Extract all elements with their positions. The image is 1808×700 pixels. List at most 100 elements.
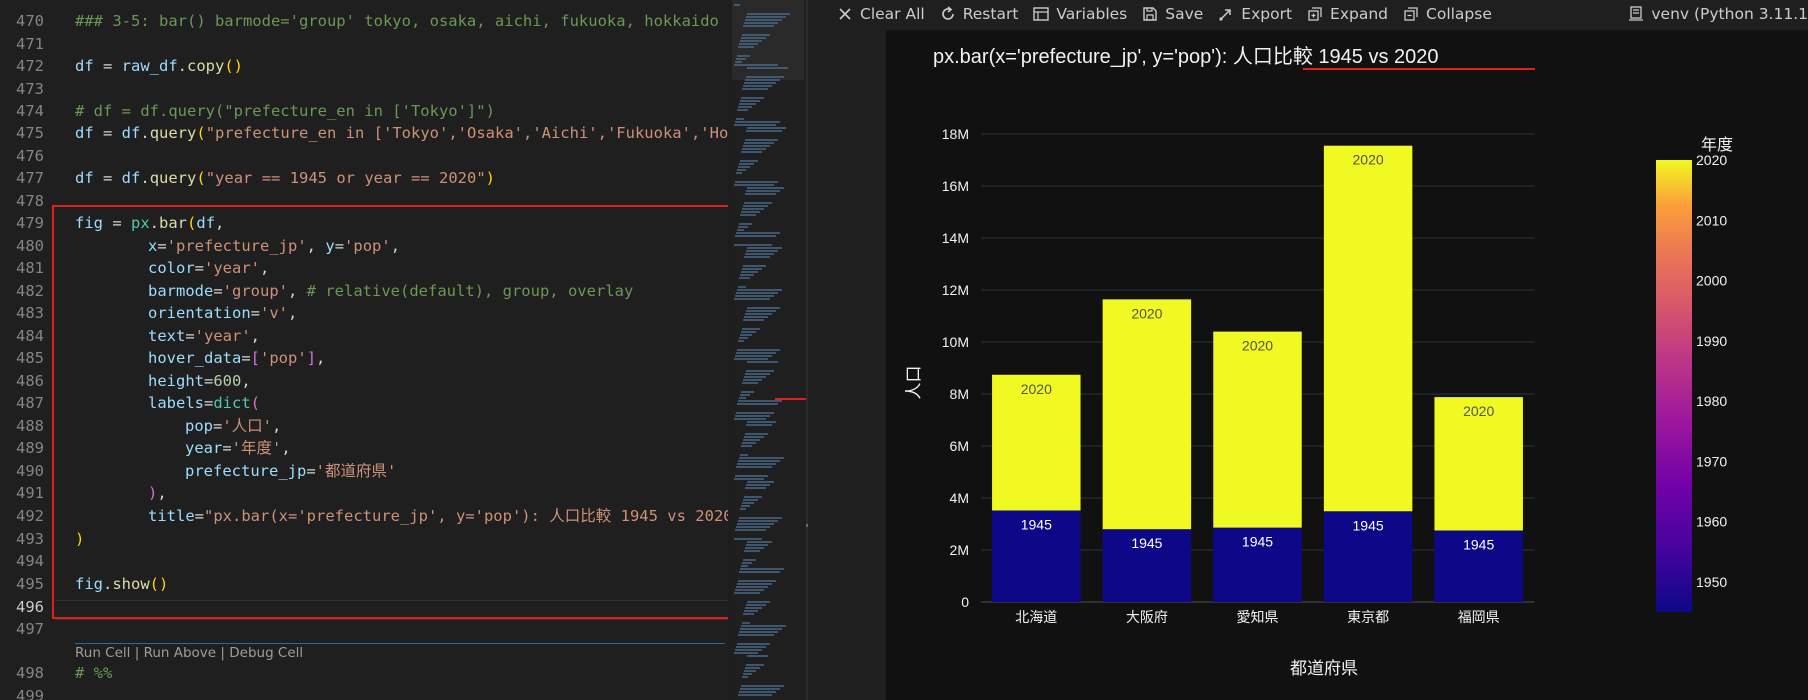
minimap-line (739, 517, 782, 519)
minimap-line (736, 118, 744, 120)
code-line[interactable]: prefecture_jp='都道府県' (0, 460, 728, 482)
minimap-line (734, 592, 760, 594)
colorbar (1656, 160, 1692, 612)
minimap-line (737, 289, 782, 291)
minimap-line (737, 109, 748, 111)
line-number-text: 494 (16, 552, 44, 570)
bar-label: 2020 (1131, 305, 1162, 321)
run-cell-link[interactable]: Run Cell (75, 645, 130, 661)
code-line[interactable]: df = raw_df.copy() (0, 55, 728, 77)
minimap-line (741, 565, 748, 567)
minimap-line (744, 436, 764, 438)
code-token: y (325, 237, 335, 255)
kernel-picker[interactable]: venv (Python 3.11.1 (1627, 0, 1808, 28)
code-line[interactable]: ) (0, 528, 728, 550)
minimap-line (741, 271, 758, 273)
kernel-icon (1627, 5, 1645, 23)
line-number-text: 473 (16, 80, 44, 98)
export-icon (1217, 5, 1235, 23)
code-line[interactable]: barmode='group', # relative(default), gr… (0, 280, 728, 302)
code-line[interactable]: fig = px.bar(df, (0, 212, 728, 234)
code-line[interactable]: year='年度', (0, 437, 728, 459)
minimap-line (745, 487, 766, 489)
minimap-line (742, 208, 764, 210)
code-token: prefecture_jp (185, 462, 307, 480)
bar-chart[interactable]: 0 2M 4M 6M 8M 10M 12M 14M 16M 18M 1945 2020 北海道 1945 2… (886, 30, 1808, 700)
minimap-line (737, 643, 770, 645)
code-comment: ### 3-5: bar() barmode='group' tokyo, os… (75, 12, 719, 30)
minimap-line (739, 277, 750, 279)
minimap-line (747, 67, 788, 69)
expand-button[interactable]: Expand (1306, 5, 1388, 23)
minimap-line (741, 685, 784, 687)
code-token: color (148, 259, 195, 277)
minimap-line (744, 550, 760, 552)
minimap-line (745, 373, 770, 375)
y-tick-label: 10M (942, 334, 969, 350)
code-line[interactable]: # df = df.query("prefecture_en in ['Toky… (0, 100, 728, 122)
save-button[interactable]: Save (1141, 5, 1203, 23)
minimap-line (743, 265, 766, 267)
code-line[interactable]: height=600, (0, 370, 728, 392)
minimap-line (746, 604, 766, 606)
minimap-line (745, 313, 772, 315)
minimap-line (740, 274, 754, 276)
minimap-line (740, 40, 762, 42)
code-line[interactable]: ), (0, 482, 728, 504)
code-line[interactable]: hover_data=['pop'], (0, 347, 728, 369)
restart-button[interactable]: Restart (939, 5, 1018, 23)
code-line[interactable]: df = df.query("prefecture_en in ['Tokyo'… (0, 122, 728, 144)
code-editor[interactable]: 470 471 472 473 474 475 476 477 478 479 480 481 482 4… (0, 0, 728, 700)
code-token: px (131, 214, 150, 232)
code-token: 'pop' (260, 349, 307, 367)
minimap-line (740, 508, 746, 510)
clear-all-button[interactable]: Clear All (836, 5, 925, 23)
minimap-line (741, 391, 754, 393)
collapse-button[interactable]: Collapse (1402, 5, 1492, 23)
minimap-line (740, 160, 758, 162)
code-token: = (204, 394, 214, 412)
code-line[interactable]: color='year', (0, 257, 728, 279)
bar-label: 2020 (1242, 338, 1273, 354)
minimap-line (747, 421, 776, 423)
export-button[interactable]: Export (1217, 5, 1292, 23)
minimap-line (746, 16, 786, 18)
minimap-line (744, 316, 768, 318)
cell-actions: Run Cell | Run Above | Debug Cell (75, 645, 303, 661)
minimap-line (738, 580, 776, 582)
code-line[interactable]: # %% (0, 662, 728, 684)
debug-cell-link[interactable]: Debug Cell (229, 645, 303, 661)
minimap-line (747, 247, 782, 249)
code-line[interactable]: x='prefecture_jp', y='pop', (0, 235, 728, 257)
variables-button[interactable]: Variables (1032, 5, 1127, 23)
code-line[interactable]: title="px.bar(x='prefecture_jp', y='pop'… (0, 505, 728, 527)
code-line[interactable]: df = df.query("year == 1945 or year == 2… (0, 167, 728, 189)
minimap-line (740, 394, 750, 396)
code-token: bar (159, 214, 188, 232)
minimap-line (742, 676, 748, 678)
code-token: = (185, 327, 195, 345)
bar-label: 1945 (1353, 517, 1384, 533)
plot-output[interactable]: 0 2M 4M 6M 8M 10M 12M 14M 16M 18M 1945 2020 北海道 1945 2… (886, 30, 1808, 700)
code-token: pop (185, 417, 213, 435)
code-token: df (75, 124, 94, 142)
minimap-line (743, 145, 770, 147)
code-line[interactable]: pop='人口', (0, 415, 728, 437)
run-above-link[interactable]: Run Above (144, 645, 217, 661)
code-line[interactable]: text='year', (0, 325, 728, 347)
code-token: ( (196, 169, 206, 187)
code-token: # relative(default), group, overlay (306, 282, 634, 300)
minimap[interactable] (732, 0, 804, 700)
code-line[interactable]: labels=dict( (0, 392, 728, 414)
y-tick-label: 0 (961, 594, 969, 610)
minimap-line (737, 55, 750, 57)
minimap-line (734, 298, 770, 300)
minimap-line (738, 166, 750, 168)
line-number: 471 (0, 33, 728, 55)
code-token: ( (196, 124, 206, 142)
code-line[interactable]: orientation='v', (0, 302, 728, 324)
code-line[interactable]: fig.show() (0, 573, 728, 595)
minimap-line (739, 43, 758, 45)
minimap-line (739, 457, 784, 459)
code-line[interactable]: ### 3-5: bar() barmode='group' tokyo, os… (0, 10, 728, 32)
